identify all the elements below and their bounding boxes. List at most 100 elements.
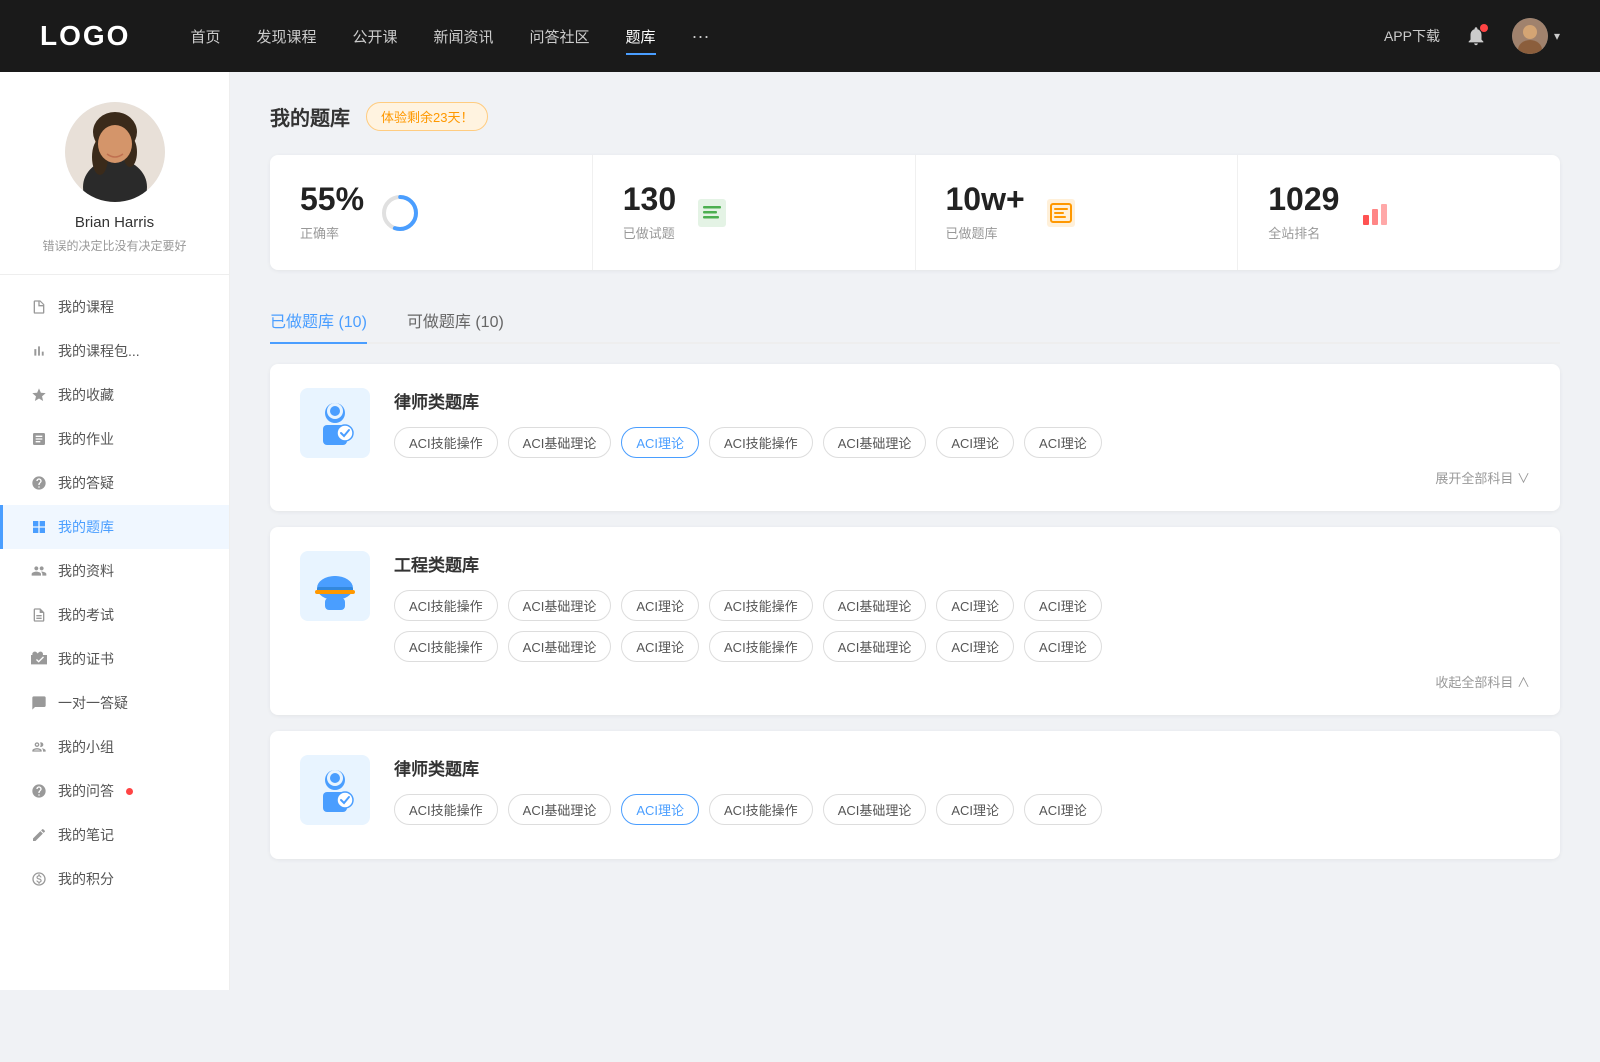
menu-points[interactable]: 我的积分 <box>0 857 229 901</box>
menu-course-packages[interactable]: 我的课程包... <box>0 329 229 373</box>
tag-2[interactable]: ACI理论 <box>621 427 699 458</box>
profile-motto: 错误的决定比没有决定要好 <box>20 237 209 254</box>
qbank-title-lawyer-1: 律师类题库 <box>394 388 1530 413</box>
stat-done-label: 已做试题 <box>623 223 676 242</box>
trial-badge: 体验剩余23天！ <box>366 102 488 131</box>
question-badge <box>126 788 133 795</box>
tab-done[interactable]: 已做题库 (10) <box>270 298 367 342</box>
stat-done-qbanks: 10w+ 已做题库 <box>916 155 1239 270</box>
stat-qbank-label: 已做题库 <box>946 223 1025 242</box>
eng-tag-9[interactable]: ACI理论 <box>621 631 699 662</box>
tags-row-engineer-2: ACI技能操作 ACI基础理论 ACI理论 ACI技能操作 ACI基础理论 AC… <box>394 631 1530 662</box>
eng-tag-6[interactable]: ACI理论 <box>1024 590 1102 621</box>
stat-accuracy: 55% 正确率 <box>270 155 593 270</box>
eng-tag-13[interactable]: ACI理论 <box>1024 631 1102 662</box>
menu-my-qbank[interactable]: 我的题库 <box>0 505 229 549</box>
menu-certificates[interactable]: 我的证书 <box>0 637 229 681</box>
header: LOGO 首页 发现课程 公开课 新闻资讯 问答社区 题库 ··· APP下载 … <box>0 0 1600 72</box>
menu-my-courses[interactable]: 我的课程 <box>0 285 229 329</box>
tag-1[interactable]: ACI基础理论 <box>508 427 612 458</box>
chart-icon <box>30 342 48 360</box>
l2-tag-6[interactable]: ACI理论 <box>1024 794 1102 825</box>
nav-news[interactable]: 新闻资讯 <box>434 22 494 51</box>
eng-tag-12[interactable]: ACI理论 <box>936 631 1014 662</box>
logo[interactable]: LOGO <box>40 20 130 52</box>
sidebar: Brian Harris 错误的决定比没有决定要好 我的课程 我的课程包... <box>0 72 230 990</box>
stat-rank-label: 全站排名 <box>1268 223 1339 242</box>
tabs-row: 已做题库 (10) 可做题库 (10) <box>270 298 1560 344</box>
menu-profile[interactable]: 我的资料 <box>0 549 229 593</box>
l2-tag-4[interactable]: ACI基础理论 <box>823 794 927 825</box>
list-icon <box>692 193 732 233</box>
nav-qbank[interactable]: 题库 <box>626 22 656 51</box>
eng-tag-10[interactable]: ACI技能操作 <box>709 631 813 662</box>
grid-icon <box>30 518 48 536</box>
assignment-icon <box>30 430 48 448</box>
profile-avatar <box>65 102 165 202</box>
qbank-card-lawyer-2: 律师类题库 ACI技能操作 ACI基础理论 ACI理论 ACI技能操作 ACI基… <box>270 731 1560 859</box>
tab-available[interactable]: 可做题库 (10) <box>407 298 504 342</box>
avatar <box>1512 18 1548 54</box>
menu-exams[interactable]: 我的考试 <box>0 593 229 637</box>
app-download-link[interactable]: APP下载 <box>1384 26 1440 46</box>
qbank-card-lawyer-1: 律师类题库 ACI技能操作 ACI基础理论 ACI理论 ACI技能操作 ACI基… <box>270 364 1560 511</box>
file-icon <box>30 298 48 316</box>
menu-groups[interactable]: 我的小组 <box>0 725 229 769</box>
stat-done-number: 130 <box>623 183 676 215</box>
profile-name: Brian Harris <box>20 214 209 231</box>
star-icon <box>30 386 48 404</box>
header-right: APP下载 ▾ <box>1384 18 1560 54</box>
pie-icon <box>380 193 420 233</box>
lawyer-icon-2 <box>300 755 370 825</box>
eng-tag-1[interactable]: ACI基础理论 <box>508 590 612 621</box>
l2-tag-2[interactable]: ACI理论 <box>621 794 699 825</box>
question-icon <box>30 782 48 800</box>
eng-tag-3[interactable]: ACI技能操作 <box>709 590 813 621</box>
stat-rank-number: 1029 <box>1268 183 1339 215</box>
tag-4[interactable]: ACI基础理论 <box>823 427 927 458</box>
nav-home[interactable]: 首页 <box>190 22 220 51</box>
chat-icon <box>30 694 48 712</box>
collapse-link-engineer[interactable]: 收起全部科目 ∧ <box>394 672 1530 691</box>
eng-tag-8[interactable]: ACI基础理论 <box>508 631 612 662</box>
eng-tag-2[interactable]: ACI理论 <box>621 590 699 621</box>
l2-tag-3[interactable]: ACI技能操作 <box>709 794 813 825</box>
nav-qa[interactable]: 问答社区 <box>530 22 590 51</box>
user-avatar-menu[interactable]: ▾ <box>1512 18 1560 54</box>
profile-section: Brian Harris 错误的决定比没有决定要好 <box>0 102 229 275</box>
l2-tag-0[interactable]: ACI技能操作 <box>394 794 498 825</box>
menu-favorites[interactable]: 我的收藏 <box>0 373 229 417</box>
nav-more[interactable]: ··· <box>692 26 710 47</box>
menu-my-questions[interactable]: 我的问答 <box>0 769 229 813</box>
eng-tag-0[interactable]: ACI技能操作 <box>394 590 498 621</box>
l2-tag-1[interactable]: ACI基础理论 <box>508 794 612 825</box>
eng-tag-7[interactable]: ACI技能操作 <box>394 631 498 662</box>
score-icon <box>30 870 48 888</box>
help-icon <box>30 474 48 492</box>
doc-icon <box>30 606 48 624</box>
sidebar-menu: 我的课程 我的课程包... 我的收藏 我的作业 <box>0 275 229 911</box>
tag-5[interactable]: ACI理论 <box>936 427 1014 458</box>
stat-accuracy-number: 55% <box>300 183 364 215</box>
nav-public[interactable]: 公开课 <box>352 22 397 51</box>
tags-row-engineer-1: ACI技能操作 ACI基础理论 ACI理论 ACI技能操作 ACI基础理论 AC… <box>394 590 1530 621</box>
eng-tag-5[interactable]: ACI理论 <box>936 590 1014 621</box>
l2-tag-5[interactable]: ACI理论 <box>936 794 1014 825</box>
lawyer-icon <box>300 388 370 458</box>
page-header: 我的题库 体验剩余23天！ <box>270 102 1560 131</box>
eng-tag-4[interactable]: ACI基础理论 <box>823 590 927 621</box>
menu-homework[interactable]: 我的作业 <box>0 417 229 461</box>
notification-bell[interactable] <box>1460 20 1492 52</box>
menu-qa-help[interactable]: 我的答疑 <box>0 461 229 505</box>
nav-courses[interactable]: 发现课程 <box>256 22 316 51</box>
menu-notes[interactable]: 我的笔记 <box>0 813 229 857</box>
menu-one-on-one[interactable]: 一对一答疑 <box>0 681 229 725</box>
eng-tag-11[interactable]: ACI基础理论 <box>823 631 927 662</box>
expand-link-lawyer-1[interactable]: 展开全部科目 ∨ <box>394 468 1530 487</box>
tag-0[interactable]: ACI技能操作 <box>394 427 498 458</box>
tag-3[interactable]: ACI技能操作 <box>709 427 813 458</box>
stat-accuracy-label: 正确率 <box>300 223 364 242</box>
tag-6[interactable]: ACI理论 <box>1024 427 1102 458</box>
cert-icon <box>30 650 48 668</box>
qbank-card-engineer: 工程类题库 ACI技能操作 ACI基础理论 ACI理论 ACI技能操作 ACI基… <box>270 527 1560 715</box>
